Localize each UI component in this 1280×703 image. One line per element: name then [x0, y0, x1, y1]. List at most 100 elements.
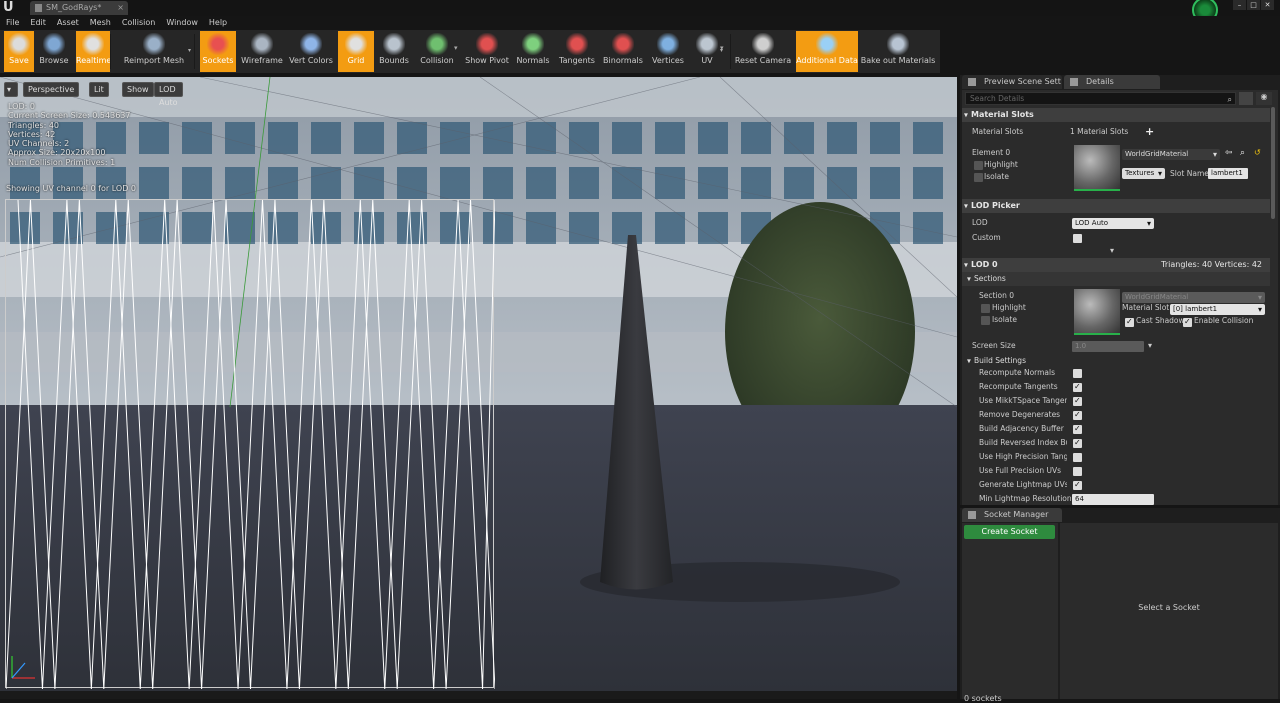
menu-mesh[interactable]: Mesh — [84, 16, 116, 27]
section-highlight-checkbox[interactable] — [981, 304, 990, 313]
building-window — [569, 212, 599, 244]
build-setting-checkbox[interactable] — [1073, 453, 1082, 462]
empty-socket-message: Select a Socket — [1138, 603, 1200, 612]
screen-size-dropdown-icon[interactable]: ▾ — [1148, 339, 1152, 353]
build-setting-checkbox[interactable] — [1073, 394, 1082, 408]
category-lod-0[interactable]: LOD 0 Triangles: 40 Vertices: 42 — [962, 258, 1270, 272]
build-setting-checkbox[interactable] — [1073, 408, 1082, 422]
section-isolate-checkbox[interactable] — [981, 316, 990, 325]
vertices-button[interactable]: Vertices — [648, 31, 688, 72]
bake-out-materials-button[interactable]: Bake out Materials — [860, 31, 936, 72]
grid-button[interactable]: Grid — [338, 31, 374, 72]
binormals-button[interactable]: Binormals — [600, 31, 646, 72]
collision-icon — [426, 33, 448, 55]
eye-icon[interactable]: ◉ — [1256, 92, 1272, 105]
section-material-thumbnail[interactable] — [1074, 289, 1120, 335]
lod-button[interactable]: LOD Auto — [154, 82, 183, 107]
document-tab[interactable]: SM_GodRays* × — [30, 1, 128, 15]
view-options-icon[interactable] — [1239, 92, 1253, 105]
collision-dropdown-icon[interactable]: ▾ — [454, 44, 458, 52]
wireframe-icon — [251, 33, 273, 55]
close-tab-icon[interactable]: × — [117, 1, 124, 15]
build-setting-checkbox[interactable] — [1073, 422, 1082, 436]
sections-header[interactable]: Sections — [962, 272, 1270, 286]
build-setting-checkbox[interactable] — [1073, 467, 1082, 476]
details-scrollbar[interactable] — [1271, 107, 1275, 219]
search-details-input[interactable]: Search Details ⌕ — [965, 92, 1236, 105]
building-window — [655, 212, 685, 244]
additional-data-button[interactable]: Additional Data — [796, 31, 858, 72]
save-button[interactable]: Save — [4, 31, 34, 72]
isolate-checkbox[interactable] — [974, 173, 983, 182]
reimport-mesh-button[interactable]: Reimport Mesh ▾ — [116, 31, 192, 72]
menu-collision[interactable]: Collision — [116, 16, 161, 27]
lit-button[interactable]: Lit — [89, 82, 109, 97]
stat-line: Approx Size: 20x20x100 — [8, 148, 106, 158]
uv-button[interactable]: UV ▾ — [690, 31, 724, 72]
row-label: Material Slots — [972, 127, 1024, 136]
browse-button[interactable]: Browse — [36, 31, 72, 72]
show-button[interactable]: Show — [122, 82, 154, 97]
maximize-button[interactable]: □ — [1247, 0, 1260, 10]
build-setting-checkbox[interactable] — [1073, 436, 1082, 450]
viewport-options-dropdown[interactable]: ▾ — [4, 82, 18, 97]
row-label: Screen Size — [972, 341, 1016, 350]
menu-asset[interactable]: Asset — [51, 16, 84, 27]
lod-select[interactable]: LOD Auto — [1072, 218, 1154, 229]
title-bar: U SM_GodRays* × – □ ✕ — [0, 0, 1280, 23]
category-lod-picker[interactable]: LOD Picker — [962, 199, 1270, 213]
toolbar-label: Sockets — [202, 56, 234, 65]
expand-arrow-icon[interactable]: ▾ — [1110, 246, 1114, 255]
enable-collision-checkbox[interactable] — [1183, 315, 1192, 329]
build-setting-checkbox[interactable] — [1073, 478, 1082, 492]
toolbar-label: Bake out Materials — [860, 56, 936, 65]
realtime-button[interactable]: Realtime — [76, 31, 111, 72]
custom-checkbox[interactable] — [1073, 234, 1082, 243]
document-tab-label: SM_GodRays* — [46, 3, 102, 12]
menu-window[interactable]: Window — [160, 16, 203, 27]
browse-asset-icon[interactable]: ⌕ — [1240, 146, 1245, 160]
menu-edit[interactable]: Edit — [24, 16, 51, 27]
close-window-button[interactable]: ✕ — [1261, 0, 1274, 10]
build-setting-row: Remove Degenerates — [962, 408, 1270, 422]
reset-camera-button[interactable]: Reset Camera — [732, 31, 794, 72]
normals-icon — [522, 33, 544, 55]
perspective-button[interactable]: Perspective — [23, 82, 80, 97]
minimize-button[interactable]: – — [1233, 0, 1246, 10]
uv-dropdown-icon[interactable]: ▾ — [720, 44, 724, 52]
toolbar-label: Normals — [516, 56, 550, 65]
mesh-viewport[interactable]: ▾ Perspective Lit Show LOD Auto LOD: 0 C… — [0, 77, 957, 691]
screen-size-input[interactable]: 1.0 — [1072, 341, 1144, 352]
create-socket-button[interactable]: Create Socket — [964, 525, 1055, 539]
add-slot-icon[interactable]: + — [1145, 125, 1154, 139]
tangents-button[interactable]: Tangents — [556, 31, 598, 72]
min-lightmap-input[interactable]: 64 — [1072, 494, 1154, 505]
vert-colors-button[interactable]: Vert Colors — [286, 31, 336, 72]
use-selected-icon[interactable]: ⇦ — [1225, 146, 1233, 160]
tab-socket-manager[interactable]: Socket Manager — [962, 508, 1062, 522]
uv-channel-message: Showing UV channel 0 for LOD 0 — [6, 184, 137, 193]
normals-button[interactable]: Normals — [512, 31, 554, 72]
build-setting-label: Build Reversed Index Buffe — [979, 438, 1067, 447]
wireframe-button[interactable]: Wireframe — [240, 31, 284, 72]
build-setting-checkbox[interactable] — [1073, 380, 1082, 394]
material-select[interactable]: WorldGridMaterial — [1122, 149, 1220, 160]
dropdown-arrow-icon[interactable]: ▾ — [188, 47, 191, 54]
bounds-button[interactable]: Bounds — [376, 31, 412, 72]
cast-shadow-checkbox[interactable] — [1125, 315, 1134, 329]
reset-icon[interactable]: ↺ — [1254, 146, 1261, 160]
material-thumbnail[interactable] — [1074, 145, 1120, 191]
build-setting-checkbox[interactable] — [1073, 369, 1082, 378]
category-material-slots[interactable]: Material Slots — [962, 108, 1270, 122]
menu-help[interactable]: Help — [203, 16, 232, 27]
menu-file[interactable]: File — [0, 16, 24, 27]
textures-dropdown[interactable]: Textures — [1122, 168, 1165, 179]
tab-preview-scene-settings[interactable]: Preview Scene Sett — [962, 75, 1062, 89]
toolbar-label: Vertices — [652, 56, 684, 65]
slot-name-input[interactable]: lambert1 — [1208, 168, 1248, 179]
pivot-icon — [476, 33, 498, 55]
tab-details[interactable]: Details — [1064, 75, 1160, 89]
highlight-checkbox[interactable] — [974, 161, 983, 170]
show-pivot-button[interactable]: Show Pivot — [464, 31, 510, 72]
sockets-button[interactable]: Sockets — [200, 31, 236, 72]
